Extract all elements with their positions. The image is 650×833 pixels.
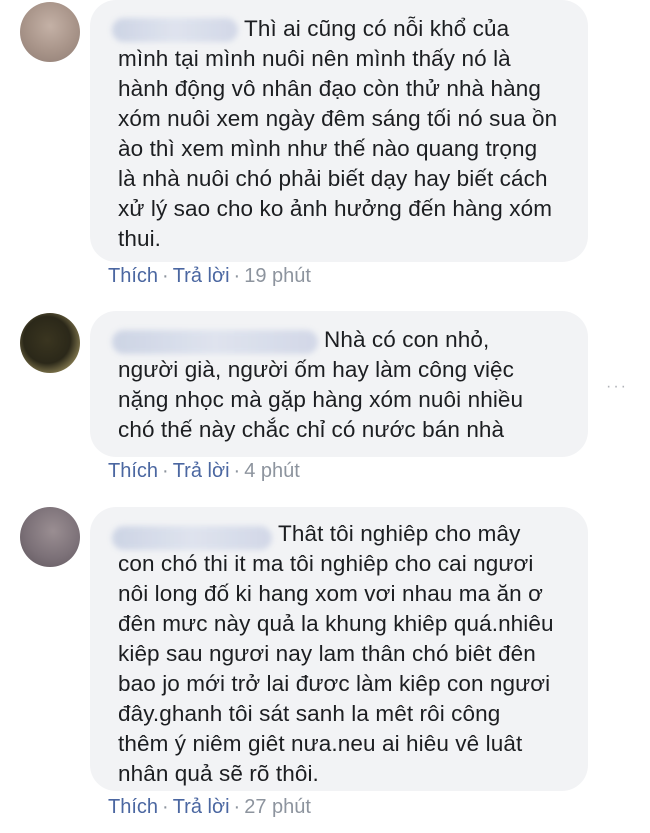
timestamp[interactable]: 27 phút [244, 796, 311, 818]
like-link[interactable]: Thích [108, 796, 158, 818]
timestamp[interactable]: 19 phút [244, 265, 311, 287]
comment-text: Thì ai cũng có nỗi khổ của mình tại mình… [118, 16, 558, 251]
reply-link[interactable]: Trả lời [173, 460, 230, 482]
comment-actions: Thích · Trả lời · 19 phút [108, 265, 311, 287]
reply-link[interactable]: Trả lời [173, 265, 230, 287]
avatar[interactable] [20, 2, 80, 62]
like-link[interactable]: Thích [108, 265, 158, 287]
reply-link[interactable]: Trả lời [173, 796, 230, 818]
avatar[interactable] [20, 507, 80, 567]
comment-actions: Thích · Trả lời · 4 phút [108, 460, 300, 482]
avatar[interactable] [20, 313, 80, 373]
like-link[interactable]: Thích [108, 460, 158, 482]
comment-text: Thât tôi nghiêp cho mây con chó thi it m… [118, 521, 554, 786]
comment-text: Nhà có con nhỏ, người già, người ốm hay … [118, 327, 524, 442]
more-options-icon[interactable]: ··· [606, 378, 628, 396]
comment-actions: Thích · Trả lời · 27 phút [108, 796, 311, 818]
timestamp[interactable]: 4 phút [244, 460, 300, 482]
